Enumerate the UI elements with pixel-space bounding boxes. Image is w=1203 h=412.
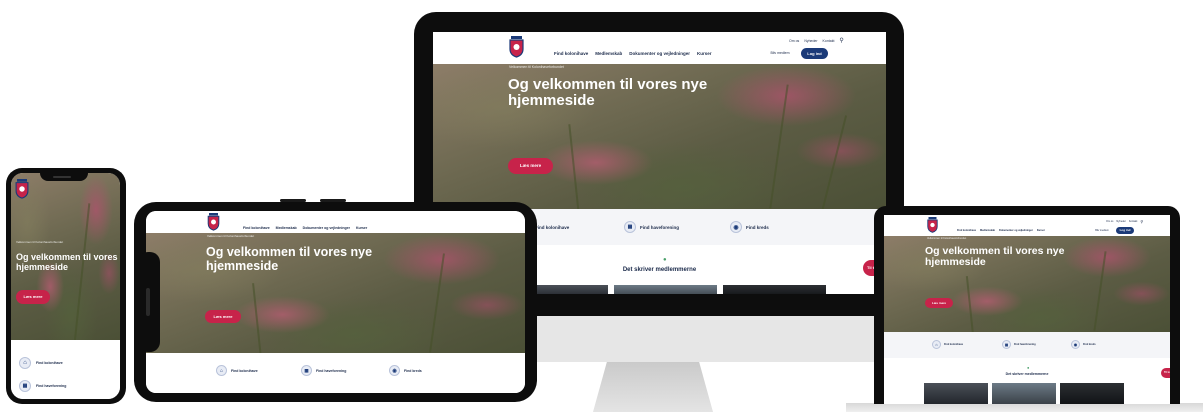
nav-item-find-kolonihave[interactable]: Find kolonihave xyxy=(243,226,270,230)
section-title: Det skriver medlemmerne xyxy=(1005,372,1049,376)
quick-link-find-haveforening[interactable]: ▦ Find haveforening xyxy=(19,380,66,392)
nav-item-find-kolonihave[interactable]: Find kolonihave xyxy=(957,229,976,232)
nav-item-dokumenter[interactable]: Dokumenter og vejledninger xyxy=(999,229,1033,232)
site-header: Find kolonihave Medlemskab Dokumenter og… xyxy=(146,211,525,233)
quick-link-find-haveforening[interactable]: ▦ Find haveforening xyxy=(301,365,346,376)
quick-links: ⌂ Find kolonihave ▦ Find haveforening ◉ … xyxy=(146,353,525,393)
nav-item-find-kolonihave[interactable]: Find kolonihave xyxy=(554,51,588,56)
nav-item-medlemskab[interactable]: Medlemskab xyxy=(595,51,622,56)
search-icon[interactable]: ⚲ xyxy=(839,37,843,44)
nav-item-dokumenter[interactable]: Dokumenter og vejledninger xyxy=(303,226,350,230)
breadcrumb[interactable]: Velkommen til Kolonihaveforbundet xyxy=(927,237,966,240)
member-posts xyxy=(924,383,1128,404)
login-button[interactable]: Log ind xyxy=(801,48,828,59)
map-icon: ▦ xyxy=(1002,340,1011,349)
hero-banner: Velkommen til Kolonihaveforbundet Og vel… xyxy=(884,236,1170,332)
utility-nav: Om os Nyheder Kontakt ⚲ xyxy=(1106,219,1143,224)
hero-read-more-button[interactable]: Læs mere xyxy=(205,310,241,323)
utility-nav: Om os Nyheder Kontakt ⚲ xyxy=(789,37,844,44)
quick-link-find-kolonihave[interactable]: ⌂ Find kolonihave xyxy=(19,357,63,369)
hero-banner: Velkommen til Kolonihaveforbundet Og vel… xyxy=(11,173,120,340)
map-icon: ▦ xyxy=(19,380,31,392)
location-pin-icon: ◉ xyxy=(389,365,400,376)
quick-link-find-haveforening[interactable]: ▦ Find haveforening xyxy=(1002,340,1036,349)
site-header: Find kolonihave Medlemskab Dokumenter og… xyxy=(884,215,1170,236)
quick-link-find-kolonihave[interactable]: ⌂ Find kolonihave xyxy=(932,340,963,349)
site-logo[interactable] xyxy=(927,217,938,233)
member-post-thumbnail[interactable] xyxy=(1060,383,1124,404)
location-pin-icon: ◉ xyxy=(1071,340,1080,349)
member-post-thumbnail[interactable] xyxy=(992,383,1056,404)
site-header: Find kolonihave Medlemskab Dokumenter og… xyxy=(433,32,886,64)
hero-read-more-button[interactable]: Læs mere xyxy=(508,158,553,174)
house-icon: ⌂ xyxy=(19,357,31,369)
nav-item-kurser[interactable]: Kurser xyxy=(1037,229,1045,232)
main-nav: Find kolonihave Medlemskab Dokumenter og… xyxy=(957,229,1045,232)
member-button[interactable]: Bliv medlem xyxy=(766,50,794,57)
quick-link-find-kolonihave[interactable]: ⌂ Find kolonihave xyxy=(216,365,258,376)
nav-item-kurser[interactable]: Kurser xyxy=(356,226,367,230)
nav-item-kurser[interactable]: Kurser xyxy=(697,51,712,56)
util-om-os[interactable]: Om os xyxy=(789,39,799,43)
quick-links: ⌂ Find kolonihave ▦ Find haveforening xyxy=(11,340,120,399)
member-button[interactable]: Bliv medlem xyxy=(1092,228,1112,234)
laptop-base xyxy=(846,403,1203,412)
phone-screen: Velkommen til Kolonihaveforbundet Og vel… xyxy=(11,173,120,399)
hero-banner: Velkommen til Kolonihaveforbundet Og vel… xyxy=(433,64,886,209)
quick-link-find-haveforening[interactable]: ▦ Find haveforening xyxy=(624,221,679,233)
map-icon: ▦ xyxy=(301,365,312,376)
tablet-camera xyxy=(138,252,160,352)
hero-title: Og velkommen til vores nye hjemmeside xyxy=(206,245,373,273)
nav-item-medlemskab[interactable]: Medlemskab xyxy=(980,229,995,232)
member-post-thumbnail[interactable] xyxy=(614,285,717,294)
laptop-screen: Find kolonihave Medlemskab Dokumenter og… xyxy=(884,215,1170,404)
site-logo[interactable] xyxy=(509,36,524,58)
hero-title: Og velkommen til vores nye hjemmeside xyxy=(925,245,1065,269)
leaf-icon: ● xyxy=(663,257,667,263)
site-logo[interactable] xyxy=(15,179,29,199)
quick-links: ⌂ Find kolonihave ▦ Find haveforening ◉ … xyxy=(884,332,1170,358)
map-icon: ▦ xyxy=(624,221,636,233)
hero-read-more-button[interactable]: Læs mere xyxy=(925,298,953,308)
breadcrumb[interactable]: Velkommen til Kolonihaveforbundet xyxy=(16,240,63,244)
hero-title: Og velkommen til vores nye hjemmeside xyxy=(508,76,708,110)
util-nyheder[interactable]: Nyheder xyxy=(804,39,817,43)
search-icon[interactable]: ⚲ xyxy=(1140,219,1143,224)
house-icon: ⌂ xyxy=(216,365,227,376)
quick-link-find-kreds[interactable]: ◉ Find kreds xyxy=(389,365,422,376)
breadcrumb[interactable]: Velkommen til Kolonihaveforbundet xyxy=(207,234,254,238)
quick-link-find-kreds[interactable]: ◉ Find kreds xyxy=(1071,340,1096,349)
monitor-stand xyxy=(593,360,713,412)
main-nav: Find kolonihave Medlemskab Dokumenter og… xyxy=(554,51,712,56)
member-posts xyxy=(505,285,832,294)
util-kontakt[interactable]: Kontakt xyxy=(823,39,835,43)
quick-link-find-kreds[interactable]: ◉ Find kreds xyxy=(730,221,769,233)
tablet-screen: Find kolonihave Medlemskab Dokumenter og… xyxy=(146,211,525,393)
login-button[interactable]: Log ind xyxy=(1116,227,1134,234)
hero-banner: Velkommen til Kolonihaveforbundet Og vel… xyxy=(146,233,525,353)
site-logo[interactable] xyxy=(207,213,220,231)
member-post-thumbnail[interactable] xyxy=(924,383,988,404)
back-to-top-tab[interactable]: Til top xyxy=(1161,368,1170,378)
hero-read-more-button[interactable]: Læs mere xyxy=(16,290,50,304)
util-kontakt[interactable]: Kontakt xyxy=(1129,220,1137,223)
util-om-os[interactable]: Om os xyxy=(1106,220,1113,223)
main-nav: Find kolonihave Medlemskab Dokumenter og… xyxy=(243,226,367,230)
member-post-thumbnail[interactable] xyxy=(723,285,826,294)
phone-notch xyxy=(40,172,88,181)
nav-item-dokumenter[interactable]: Dokumenter og vejledninger xyxy=(629,51,690,56)
leaf-icon: ● xyxy=(1027,365,1030,370)
location-pin-icon: ◉ xyxy=(730,221,742,233)
breadcrumb[interactable]: Velkommen til Kolonihaveforbundet xyxy=(509,65,564,69)
house-icon: ⌂ xyxy=(932,340,941,349)
nav-item-medlemskab[interactable]: Medlemskab xyxy=(276,226,297,230)
hero-title: Og velkommen til vores nye hjemmeside xyxy=(16,252,120,272)
util-nyheder[interactable]: Nyheder xyxy=(1116,220,1125,223)
